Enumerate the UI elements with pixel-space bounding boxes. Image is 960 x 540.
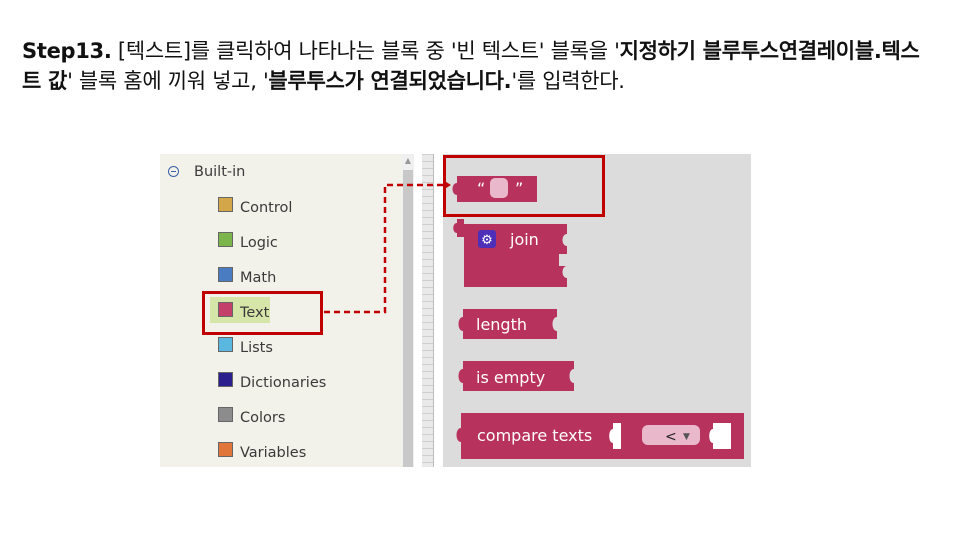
arrow-head-icon <box>443 180 451 190</box>
instruction-part-3: '를 입력한다. <box>511 69 625 93</box>
app-inventor-screenshot: Built-in Control Logic Math Text Lists Dictio… <box>160 154 751 467</box>
step-number: Step13. <box>22 39 112 63</box>
instruction-text: Step13. [텍스트]를 클릭하여 나타나는 블록 중 '빈 텍스트' 블록… <box>22 36 932 96</box>
instruction-bold-2: 블루투스가 연결되었습니다. <box>268 69 512 93</box>
connector-arrow <box>324 180 451 314</box>
instruction-part-1: [텍스트]를 클릭하여 나타나는 블록 중 '빈 텍스트' 블록을 ' <box>111 39 620 63</box>
instruction-part-2: ' 블록 홈에 끼워 넣고, ' <box>67 69 269 93</box>
